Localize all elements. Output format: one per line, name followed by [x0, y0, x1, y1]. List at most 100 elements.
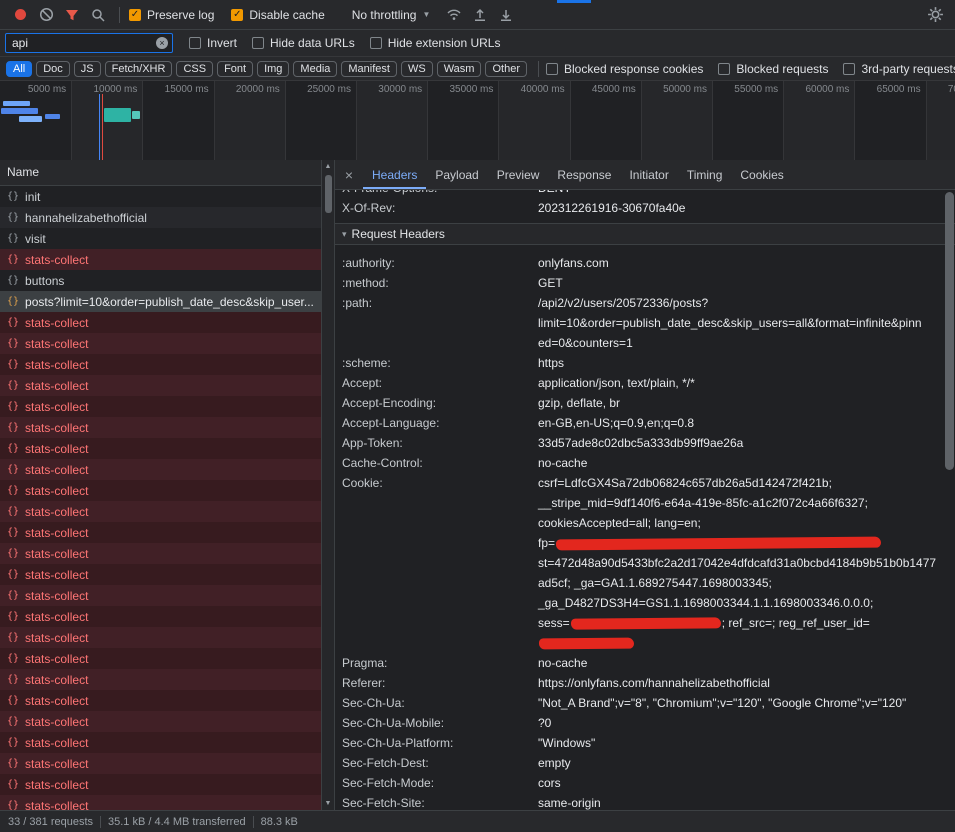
request-row[interactable]: {}stats-collect — [0, 417, 321, 438]
settings-button[interactable] — [923, 4, 947, 26]
filter-chip-other[interactable]: Other — [485, 61, 527, 77]
active-panel-tab-indicator — [557, 0, 591, 3]
request-row[interactable]: {}stats-collect — [0, 333, 321, 354]
filter-chip-manifest[interactable]: Manifest — [341, 61, 397, 77]
invert-checkbox[interactable]: Invert — [189, 36, 237, 50]
request-row[interactable]: {}stats-collect — [0, 354, 321, 375]
request-row[interactable]: {}stats-collect — [0, 543, 321, 564]
export-har-button[interactable] — [468, 4, 492, 26]
request-row[interactable]: {}init — [0, 186, 321, 207]
request-row[interactable]: {}hannahelizabethofficial — [0, 207, 321, 228]
filter-input[interactable] — [5, 33, 173, 53]
requests-count[interactable]: 33 / 381 requests — [8, 816, 93, 828]
header-name: Accept: — [335, 373, 538, 393]
timeline-label: 45000 ms — [592, 84, 636, 95]
clear-network-log-button[interactable] — [34, 4, 58, 26]
hide-data-urls-checkbox[interactable]: Hide data URLs — [252, 36, 355, 50]
request-row[interactable]: {}stats-collect — [0, 501, 321, 522]
filter-chip-font[interactable]: Font — [217, 61, 253, 77]
throttling-select[interactable]: No throttling ▼ — [352, 8, 431, 22]
request-row[interactable]: {}stats-collect — [0, 438, 321, 459]
disable-cache-checkbox[interactable]: ✓ Disable cache — [231, 8, 324, 22]
name-column-header[interactable]: Name — [0, 160, 321, 186]
filter-chip-css[interactable]: CSS — [176, 61, 213, 77]
request-row[interactable]: {}stats-collect — [0, 564, 321, 585]
request-row[interactable]: {}stats-collect — [0, 753, 321, 774]
request-row[interactable]: {}stats-collect — [0, 795, 321, 810]
timeline-overview[interactable]: 5000 ms10000 ms15000 ms20000 ms25000 ms3… — [0, 81, 955, 161]
request-row[interactable]: {}buttons — [0, 270, 321, 291]
filter-checkbox-3rd-party-requests[interactable]: 3rd-party requests — [843, 62, 955, 76]
request-row[interactable]: {}stats-collect — [0, 585, 321, 606]
request-row[interactable]: {}stats-collect — [0, 627, 321, 648]
request-row[interactable]: {}stats-collect — [0, 648, 321, 669]
import-har-button[interactable] — [494, 4, 518, 26]
request-row[interactable]: {}stats-collect — [0, 669, 321, 690]
resources-size[interactable]: 88.3 kB — [261, 816, 298, 828]
preserve-log-checkbox[interactable]: ✓ Preserve log — [129, 8, 214, 22]
scroll-up-icon[interactable]: ▲ — [322, 160, 334, 173]
request-row[interactable]: {}posts?limit=10&order=publish_date_desc… — [0, 291, 321, 312]
header-value-line: no-cache — [538, 653, 937, 673]
details-tab-preview[interactable]: Preview — [488, 160, 549, 189]
request-row[interactable]: {}stats-collect — [0, 480, 321, 501]
toolbar-divider — [119, 7, 120, 23]
request-name: stats-collect — [25, 358, 88, 372]
search-button[interactable] — [86, 4, 110, 26]
timeline-column: 70000 ms — [926, 81, 955, 160]
filter-chip-ws[interactable]: WS — [401, 61, 433, 77]
filter-chip-img[interactable]: Img — [257, 61, 289, 77]
timeline-label: 70000 ms — [948, 84, 955, 95]
details-tab-cookies[interactable]: Cookies — [731, 160, 792, 189]
request-row[interactable]: {}stats-collect — [0, 396, 321, 417]
hide-extension-urls-checkbox[interactable]: Hide extension URLs — [370, 36, 501, 50]
request-row[interactable]: {}stats-collect — [0, 711, 321, 732]
details-tab-response[interactable]: Response — [548, 160, 620, 189]
network-conditions-button[interactable] — [442, 4, 466, 26]
request-row[interactable]: {}stats-collect — [0, 774, 321, 795]
transferred-size[interactable]: 35.1 kB / 4.4 MB transferred — [108, 816, 246, 828]
filter-chip-js[interactable]: JS — [74, 61, 101, 77]
header-value-line: cors — [538, 773, 937, 793]
request-row[interactable]: {}stats-collect — [0, 459, 321, 480]
request-row[interactable]: {}stats-collect — [0, 249, 321, 270]
request-row[interactable]: {}stats-collect — [0, 375, 321, 396]
timeline-label: 40000 ms — [521, 84, 565, 95]
request-row[interactable]: {}stats-collect — [0, 606, 321, 627]
record-button[interactable] — [8, 4, 32, 26]
filter-chip-media[interactable]: Media — [293, 61, 337, 77]
scrollbar-thumb[interactable] — [325, 175, 332, 213]
disable-cache-label: Disable cache — [249, 8, 324, 22]
header-row: :path:/api2/v2/users/20572336/posts?limi… — [335, 293, 955, 353]
header-value-text: ; ref_src=; reg_ref_user_id= — [722, 616, 870, 630]
timeline-column: 55000 ms — [712, 81, 784, 160]
details-tab-payload[interactable]: Payload — [426, 160, 487, 189]
details-scrollbar-thumb[interactable] — [945, 192, 954, 470]
request-row[interactable]: {}stats-collect — [0, 312, 321, 333]
request-list-scrollbar[interactable]: ▲ ▼ — [321, 160, 334, 810]
header-value-text: https://onlyfans.com/hannahelizabethoffi… — [538, 676, 770, 690]
script-braces-icon: {} — [7, 569, 19, 580]
request-row[interactable]: {}stats-collect — [0, 522, 321, 543]
filter-toggle-button[interactable] — [60, 4, 84, 26]
details-tab-timing[interactable]: Timing — [678, 160, 732, 189]
header-value: ?0 — [538, 713, 955, 733]
request-row[interactable]: {}visit — [0, 228, 321, 249]
timeline-column: 25000 ms — [285, 81, 357, 160]
close-details-icon[interactable]: × — [335, 160, 363, 189]
scroll-down-icon[interactable]: ▼ — [322, 797, 334, 810]
filter-checkbox-blocked-response-cookies[interactable]: Blocked response cookies — [546, 62, 703, 76]
request-row[interactable]: {}stats-collect — [0, 732, 321, 753]
request-row[interactable]: {}stats-collect — [0, 690, 321, 711]
header-value-line: empty — [538, 753, 937, 773]
filter-chip-fetch-xhr[interactable]: Fetch/XHR — [105, 61, 173, 77]
request-headers-section[interactable]: ▾ Request Headers — [335, 223, 955, 245]
header-value: en-GB,en-US;q=0.9,en;q=0.8 — [538, 413, 955, 433]
details-tab-initiator[interactable]: Initiator — [620, 160, 677, 189]
filter-chip-all[interactable]: All — [6, 61, 32, 77]
filter-chip-doc[interactable]: Doc — [36, 61, 70, 77]
filter-chip-wasm[interactable]: Wasm — [437, 61, 482, 77]
details-tab-headers[interactable]: Headers — [363, 160, 426, 189]
filter-checkbox-blocked-requests[interactable]: Blocked requests — [718, 62, 828, 76]
clear-filter-icon[interactable]: × — [156, 37, 168, 49]
